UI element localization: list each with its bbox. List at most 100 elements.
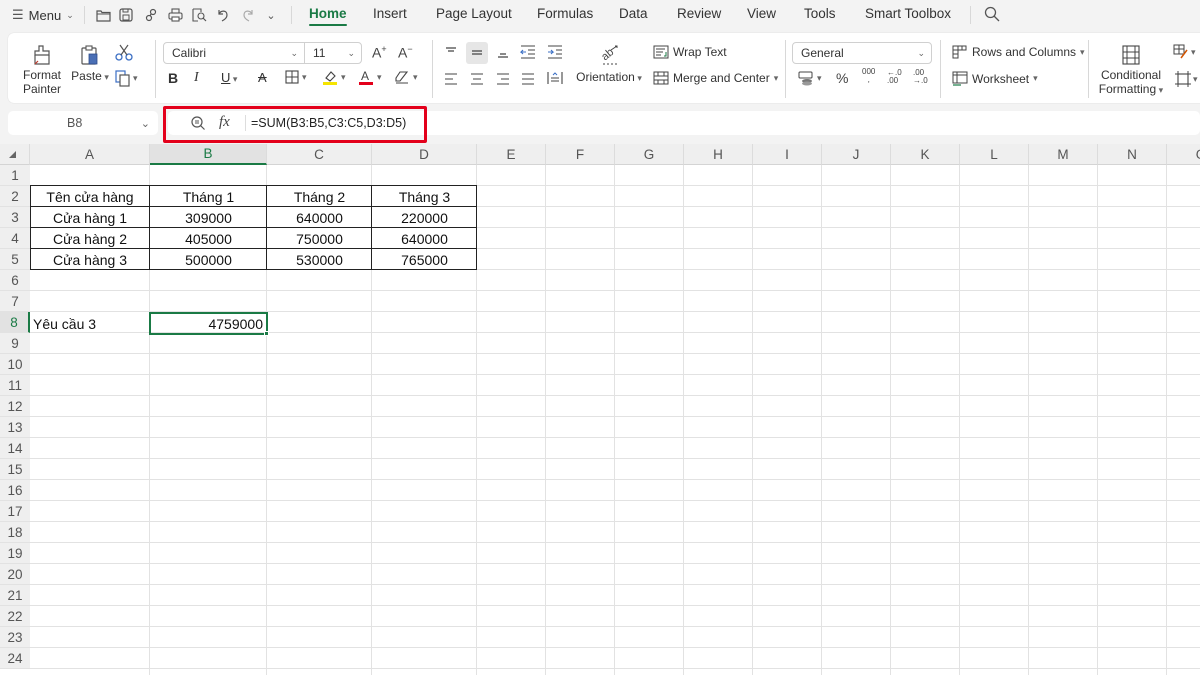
- table-cell[interactable]: Cửa hàng 1: [30, 207, 150, 228]
- column-header-j[interactable]: J: [822, 144, 891, 165]
- row-header-24[interactable]: 24: [0, 648, 30, 669]
- align-bottom-icon[interactable]: [496, 45, 510, 63]
- orientation-button[interactable]: ab Orientation ▾: [576, 42, 642, 84]
- column-header-k[interactable]: K: [891, 144, 960, 165]
- increase-indent-icon[interactable]: [547, 45, 563, 64]
- column-header-l[interactable]: L: [960, 144, 1029, 165]
- row-header-4[interactable]: 4: [0, 228, 30, 249]
- paste-button[interactable]: Paste ▾: [70, 44, 110, 88]
- column-header-i[interactable]: I: [753, 144, 822, 165]
- table-cell[interactable]: 640000: [372, 228, 477, 249]
- row-header-20[interactable]: 20: [0, 564, 30, 585]
- row-header-11[interactable]: 11: [0, 375, 30, 396]
- column-header-b[interactable]: B: [150, 144, 267, 165]
- column-header-a[interactable]: A: [30, 144, 150, 165]
- column-header-c[interactable]: C: [267, 144, 372, 165]
- font-color-icon[interactable]: A ▾: [358, 69, 382, 86]
- merge-center-button[interactable]: Merge and Center ▾: [653, 71, 778, 85]
- thousands-separator-icon[interactable]: 000,: [862, 68, 875, 84]
- row-header-10[interactable]: 10: [0, 354, 30, 375]
- more-chevron-icon[interactable]: ⌄: [263, 7, 279, 23]
- rows-columns-button[interactable]: Rows and Columns ▾: [952, 45, 1085, 59]
- bold-icon[interactable]: B: [168, 70, 178, 86]
- table-cell[interactable]: 640000: [267, 207, 372, 228]
- row-header-13[interactable]: 13: [0, 417, 30, 438]
- row-header-2[interactable]: 2: [0, 186, 30, 207]
- fill-handle[interactable]: [264, 331, 269, 336]
- column-header-h[interactable]: H: [684, 144, 753, 165]
- row-header-17[interactable]: 17: [0, 501, 30, 522]
- table-header-cell[interactable]: Tháng 1: [150, 186, 267, 207]
- row-header-8[interactable]: 8: [0, 312, 30, 333]
- tab-review[interactable]: Review: [677, 6, 721, 21]
- table-cell[interactable]: 220000: [372, 207, 477, 228]
- cut-scissors-icon[interactable]: [115, 44, 133, 67]
- formula-input[interactable]: =SUM(B3:B5,C3:C5,D3:D5): [251, 116, 406, 130]
- table-header-cell[interactable]: Tháng 2: [267, 186, 372, 207]
- clear-eraser-icon[interactable]: ▾: [394, 70, 418, 84]
- insert-function-fx-icon[interactable]: fx: [219, 114, 230, 131]
- search-icon[interactable]: [984, 6, 1000, 25]
- cell-style-icon[interactable]: ▾: [1173, 44, 1196, 60]
- row-header-6[interactable]: 6: [0, 270, 30, 291]
- tab-formulas[interactable]: Formulas: [537, 6, 593, 21]
- column-header-g[interactable]: G: [615, 144, 684, 165]
- row-header-14[interactable]: 14: [0, 438, 30, 459]
- table-cell[interactable]: Cửa hàng 2: [30, 228, 150, 249]
- tab-home[interactable]: Home: [309, 6, 347, 26]
- tab-page-layout[interactable]: Page Layout: [436, 6, 512, 21]
- increase-font-size-icon[interactable]: A+: [372, 44, 387, 61]
- row-header-16[interactable]: 16: [0, 480, 30, 501]
- font-size-dropdown[interactable]: 11 ⌄: [304, 42, 362, 64]
- share-link-icon[interactable]: [143, 7, 159, 23]
- column-header-e[interactable]: E: [477, 144, 546, 165]
- tab-data[interactable]: Data: [619, 6, 648, 21]
- italic-icon[interactable]: I: [194, 70, 199, 86]
- decrease-decimal-icon[interactable]: .00 →.0: [913, 69, 928, 85]
- number-format-dropdown[interactable]: General ⌄: [792, 42, 932, 64]
- table-cell[interactable]: Cửa hàng 3: [30, 249, 150, 270]
- accounting-format-icon[interactable]: ▾: [798, 71, 822, 86]
- tab-tools[interactable]: Tools: [804, 6, 836, 21]
- redo-icon[interactable]: [240, 7, 256, 23]
- row-header-19[interactable]: 19: [0, 543, 30, 564]
- underline-icon[interactable]: U ▾: [221, 70, 237, 85]
- print-icon[interactable]: [167, 7, 183, 23]
- table-cell[interactable]: 750000: [267, 228, 372, 249]
- save-icon[interactable]: [118, 7, 134, 23]
- percent-style-icon[interactable]: %: [836, 70, 848, 86]
- worksheet-button[interactable]: Worksheet ▾: [952, 71, 1038, 86]
- table-header-cell[interactable]: Tên cửa hàng: [30, 186, 150, 207]
- column-header-d[interactable]: D: [372, 144, 477, 165]
- font-name-dropdown[interactable]: Calibri ⌄: [163, 42, 305, 64]
- decrease-font-size-icon[interactable]: A−: [398, 44, 413, 61]
- row-header-7[interactable]: 7: [0, 291, 30, 312]
- wrap-text-button[interactable]: Wrap Text: [653, 45, 727, 59]
- select-all-corner[interactable]: [0, 144, 30, 165]
- conditional-formatting-button[interactable]: Conditional Formatting ▾: [1098, 44, 1164, 96]
- zoom-formula-icon[interactable]: [190, 115, 206, 134]
- align-right-icon[interactable]: [496, 72, 510, 90]
- table-cell[interactable]: 405000: [150, 228, 267, 249]
- column-header-n[interactable]: N: [1098, 144, 1167, 165]
- row-header-1[interactable]: 1: [0, 165, 30, 186]
- undo-icon[interactable]: [215, 7, 231, 23]
- print-preview-icon[interactable]: [191, 7, 207, 23]
- fill-color-icon[interactable]: ▾: [322, 69, 346, 86]
- borders-icon[interactable]: ▾: [285, 70, 307, 84]
- align-center-icon[interactable]: [470, 72, 484, 90]
- open-folder-icon[interactable]: [95, 7, 111, 23]
- tab-insert[interactable]: Insert: [373, 6, 407, 21]
- table-cell[interactable]: 530000: [267, 249, 372, 270]
- decrease-indent-icon[interactable]: [519, 45, 536, 64]
- row-header-23[interactable]: 23: [0, 627, 30, 648]
- row-header-22[interactable]: 22: [0, 606, 30, 627]
- row-header-18[interactable]: 18: [0, 522, 30, 543]
- tab-smart-toolbox[interactable]: Smart Toolbox: [865, 6, 951, 21]
- align-middle-icon[interactable]: [466, 42, 488, 64]
- distributed-align-icon[interactable]: [547, 71, 563, 90]
- increase-decimal-icon[interactable]: ←.0.00: [887, 69, 902, 85]
- column-header-m[interactable]: M: [1029, 144, 1098, 165]
- table-header-cell[interactable]: Tháng 3: [372, 186, 477, 207]
- column-header-o[interactable]: O: [1167, 144, 1200, 165]
